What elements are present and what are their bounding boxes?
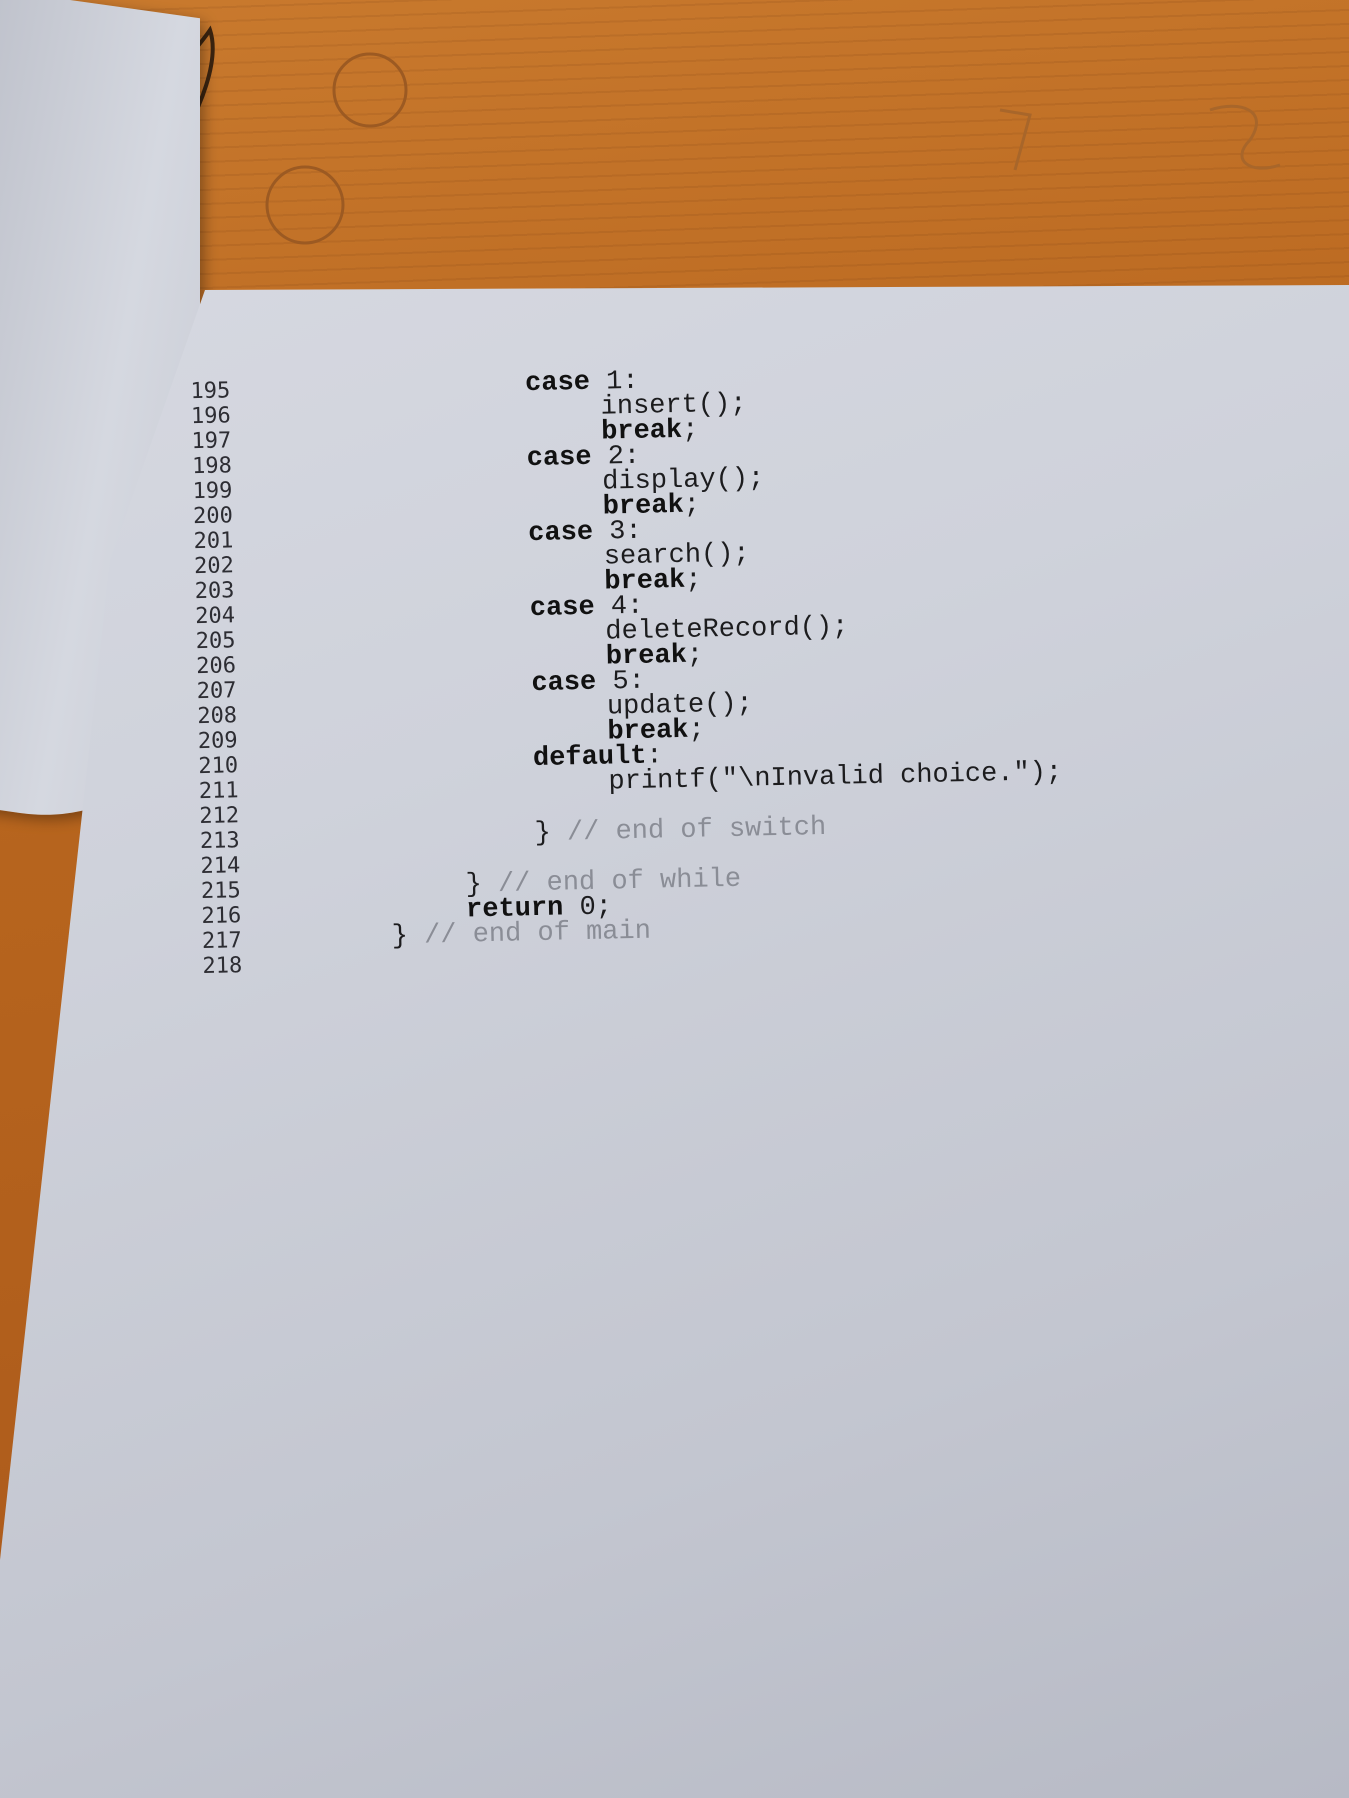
code-token: } <box>391 921 425 953</box>
code-keyword: case <box>526 442 592 475</box>
code-keyword: case <box>529 592 595 625</box>
line-number: 214 <box>200 853 241 880</box>
code-keyword: case <box>531 667 597 700</box>
code-token: ; <box>688 715 705 746</box>
code-token: ; <box>681 415 699 446</box>
table-doodle-marks <box>162 25 1281 245</box>
code-keyword: case <box>527 517 594 550</box>
code-token: ; <box>685 565 702 596</box>
line-number: 212 <box>199 803 240 830</box>
code-token: } <box>534 818 568 850</box>
code-listing: 195 case 1: 196 insert(); 197 break; 198 case 2… <box>150 359 1162 980</box>
code-token: ; <box>686 640 704 671</box>
code-token: ; <box>683 490 701 521</box>
code-keyword: case <box>524 367 591 400</box>
line-number: 218 <box>202 953 243 980</box>
